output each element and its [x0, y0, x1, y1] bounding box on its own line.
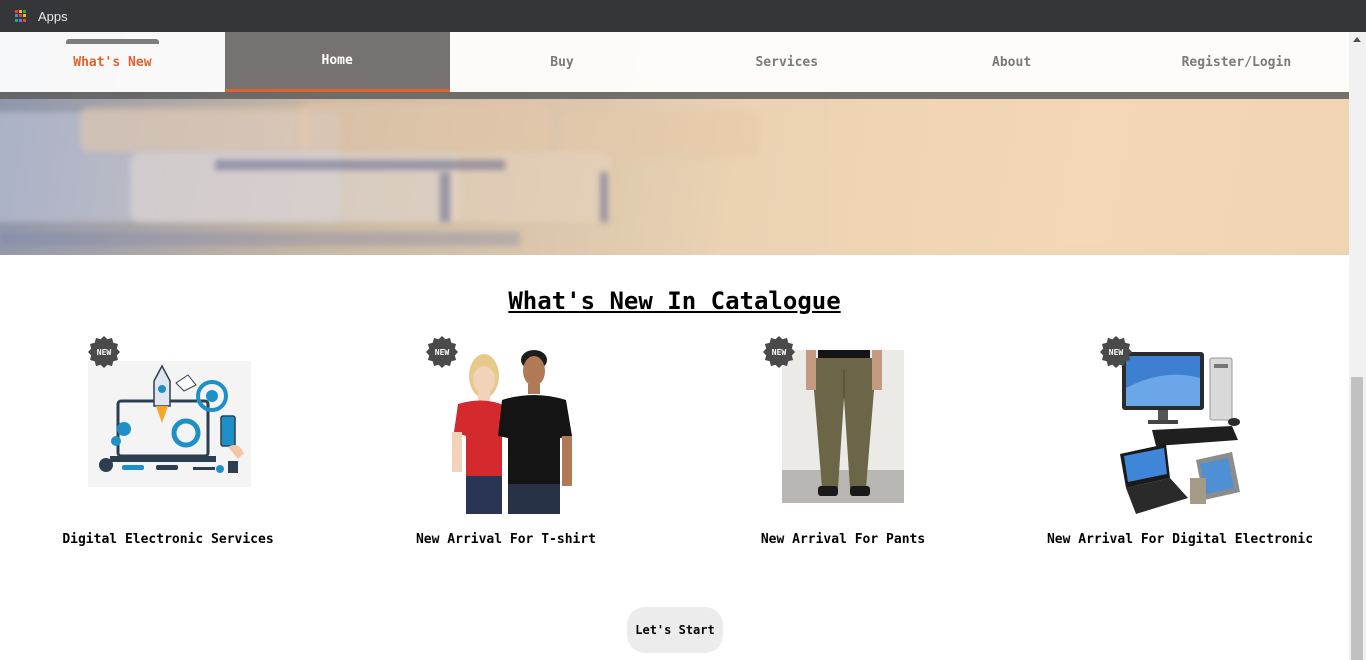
page-viewport: What's New Home Buy Services About Regis… [0, 32, 1349, 660]
page-scrollbar[interactable] [1349, 32, 1366, 660]
pants-photo[interactable] [782, 350, 904, 503]
product-label[interactable]: New Arrival For T-shirt [356, 532, 656, 547]
product-label[interactable]: Digital Electronic Services [18, 532, 318, 547]
scroll-up-arrow-icon[interactable] [1353, 37, 1361, 42]
catalogue-title: What's New In Catalogue [508, 287, 841, 315]
digital-services-illustration[interactable] [88, 361, 251, 487]
scrollbar-thumb[interactable] [1351, 377, 1363, 660]
product-card-tshirt[interactable]: NEW New Arrival For T-shirt [356, 334, 656, 554]
product-card-digital-electronic[interactable]: NEW New Arrival For Digital Electronic [1030, 334, 1330, 554]
navbar-shadow [0, 92, 1349, 99]
nav-about[interactable]: About [899, 32, 1124, 92]
bookmarks-bar: Apps [0, 0, 1366, 32]
nav-whats-new[interactable]: What's New [0, 32, 225, 92]
apps-bookmark-label[interactable]: Apps [38, 9, 68, 24]
nav-services[interactable]: Services [674, 32, 899, 92]
nav-buy[interactable]: Buy [450, 32, 675, 92]
computers-photo[interactable] [1114, 348, 1244, 516]
product-label[interactable]: New Arrival For Digital Electronic [1030, 532, 1330, 547]
product-card-pants[interactable]: NEW New Arrival For Pants [693, 334, 993, 554]
nav-register-login[interactable]: Register/Login [1124, 32, 1349, 92]
lets-start-button[interactable]: Let's Start [627, 607, 723, 653]
main-navbar: What's New Home Buy Services About Regis… [0, 32, 1349, 92]
tshirt-models-photo[interactable] [444, 344, 574, 514]
product-card-digital-services[interactable]: NEW Digital Electronic Services [18, 334, 318, 554]
nav-home[interactable]: Home [224, 32, 450, 92]
product-label[interactable]: New Arrival For Pants [693, 532, 993, 547]
apps-grid-icon[interactable] [15, 9, 28, 23]
